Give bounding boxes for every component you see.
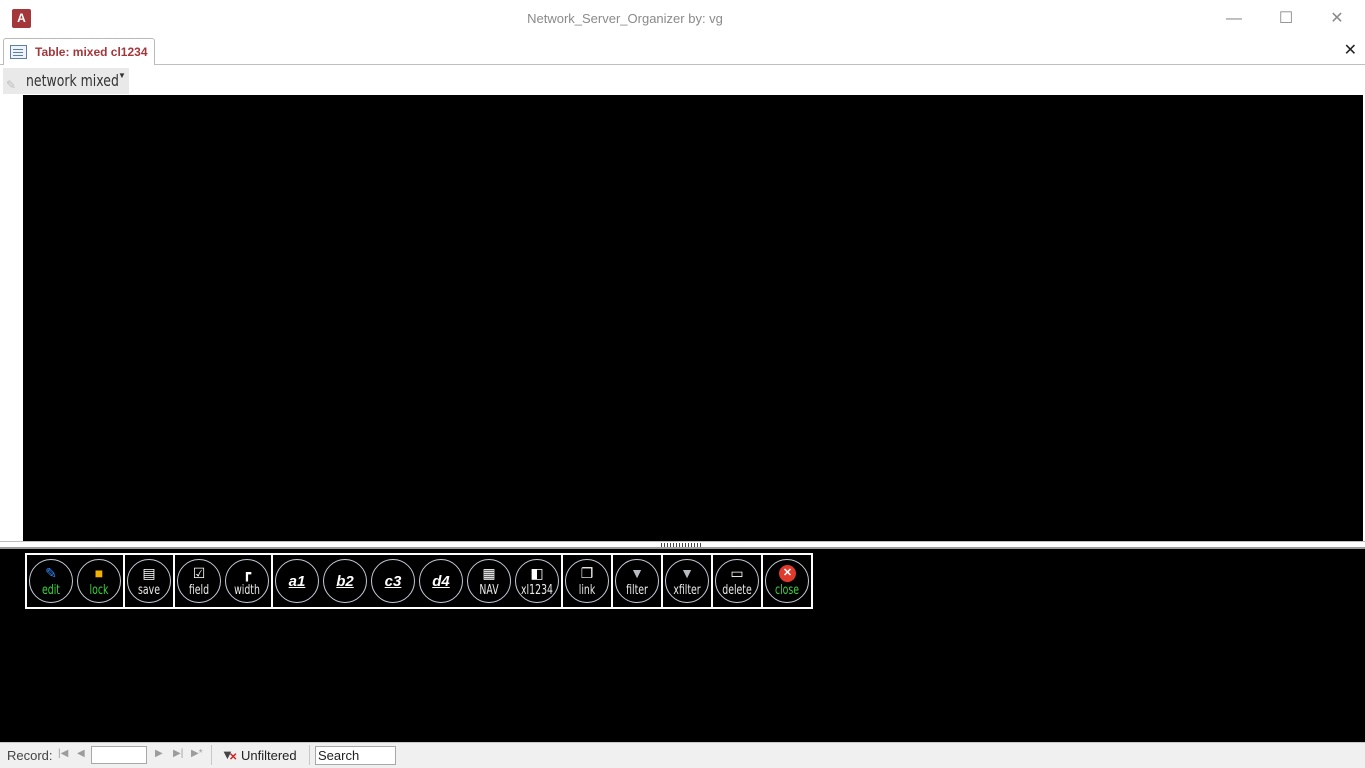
width-button[interactable]: ┏ width (225, 559, 269, 603)
close-icon: ✕ (779, 565, 796, 582)
splitter-grip[interactable] (661, 543, 701, 547)
view-b2-button[interactable]: b2 (323, 559, 367, 603)
close-form-button[interactable]: ✕ close (765, 559, 809, 603)
command-toolbar: ✎ edit ■ lock ▤ save ☑ field ┏ width a1 … (25, 553, 813, 609)
lock-button[interactable]: ■ lock (77, 559, 121, 603)
button-group-filter: ▼ filter (613, 553, 663, 609)
button-group-edit: ✎ edit ■ lock (25, 553, 125, 609)
xl1234-button[interactable]: ◧ xl1234 (515, 559, 559, 603)
next-record-icon[interactable]: ▶ (155, 748, 163, 759)
button-group-delete: ▭ delete (713, 553, 763, 609)
pencil-icon: ✎ (6, 78, 17, 92)
window-close-button[interactable]: ✕ (1314, 4, 1360, 34)
filter-off-icon: ✕ (229, 752, 238, 763)
tab-table-mixed[interactable]: Table: mixed cl1234 (3, 38, 155, 65)
first-record-icon[interactable]: |◀ (58, 748, 68, 759)
button-group-xfilter: ▼ xfilter (663, 553, 713, 609)
button-group-save: ▤ save (125, 553, 175, 609)
button-group-field: ☑ field ┏ width (175, 553, 273, 609)
split-form-divider[interactable] (0, 541, 1365, 549)
clear-filter-icon: ▼ (680, 565, 694, 581)
edit-button[interactable]: ✎ edit (29, 559, 73, 603)
previous-record-icon[interactable]: ◀ (77, 748, 85, 759)
status-separator (211, 745, 212, 765)
pencil-icon: ✎ (45, 565, 57, 581)
delete-icon: ▭ (730, 565, 744, 581)
form-title: network mixed (26, 71, 119, 90)
table-icon (10, 45, 27, 59)
filter-button[interactable]: ▼ filter (615, 559, 659, 603)
filter-icon: ▼ (630, 565, 644, 581)
document-close-button[interactable]: ✕ (1344, 40, 1357, 60)
form-footer-area: ✎ edit ■ lock ▤ save ☑ field ┏ width a1 … (0, 549, 1365, 742)
view-d4-button[interactable]: d4 (419, 559, 463, 603)
view-a1-button[interactable]: a1 (275, 559, 319, 603)
lock-icon: ■ (94, 565, 104, 581)
new-record-icon[interactable]: ▶* (191, 748, 203, 759)
minimize-button[interactable]: — (1211, 4, 1257, 34)
form-header[interactable]: ✎ network mixed ▼ (3, 68, 129, 94)
status-separator (309, 745, 310, 765)
dropdown-caret-icon[interactable]: ▼ (118, 71, 126, 80)
last-record-icon[interactable]: ▶| (173, 748, 183, 759)
nav-icon: ▦ (482, 565, 496, 581)
delete-button[interactable]: ▭ delete (715, 559, 759, 603)
view-c3-button[interactable]: c3 (371, 559, 415, 603)
button-group-link: ❐ link (563, 553, 613, 609)
form-detail-area[interactable] (23, 95, 1363, 541)
window-title: Network_Server_Organizer by: vg (527, 11, 723, 26)
nav-button[interactable]: ▦ NAV (467, 559, 511, 603)
link-icon: ❐ (580, 565, 594, 581)
link-button[interactable]: ❐ link (565, 559, 609, 603)
record-selector-gutter (0, 65, 23, 541)
export-icon: ◧ (530, 565, 544, 581)
record-label: Record: (7, 748, 53, 763)
title-bar: A Network_Server_Organizer by: vg — ☐ ✕ (0, 0, 1365, 37)
record-navigation-bar: Record: |◀ ◀ ▶ ▶| ▶* ▼ ✕ Unfiltered Sear… (0, 742, 1365, 768)
width-icon: ┏ (242, 565, 252, 581)
xfilter-button[interactable]: ▼ xfilter (665, 559, 709, 603)
search-input[interactable]: Search (315, 746, 396, 765)
button-group-views: a1 b2 c3 d4 ▦ NAV ◧ xl1234 (273, 553, 563, 609)
field-icon: ☑ (192, 565, 206, 581)
maximize-button[interactable]: ☐ (1263, 4, 1309, 34)
button-group-close: ✕ close (763, 553, 813, 609)
document-tab-strip: Table: mixed cl1234 ✕ (0, 36, 1365, 65)
save-icon: ▤ (142, 565, 156, 581)
save-button[interactable]: ▤ save (127, 559, 171, 603)
filter-status[interactable]: Unfiltered (241, 748, 297, 763)
tab-label: Table: mixed cl1234 (35, 45, 148, 59)
field-button[interactable]: ☑ field (177, 559, 221, 603)
record-number-input[interactable] (91, 746, 147, 764)
